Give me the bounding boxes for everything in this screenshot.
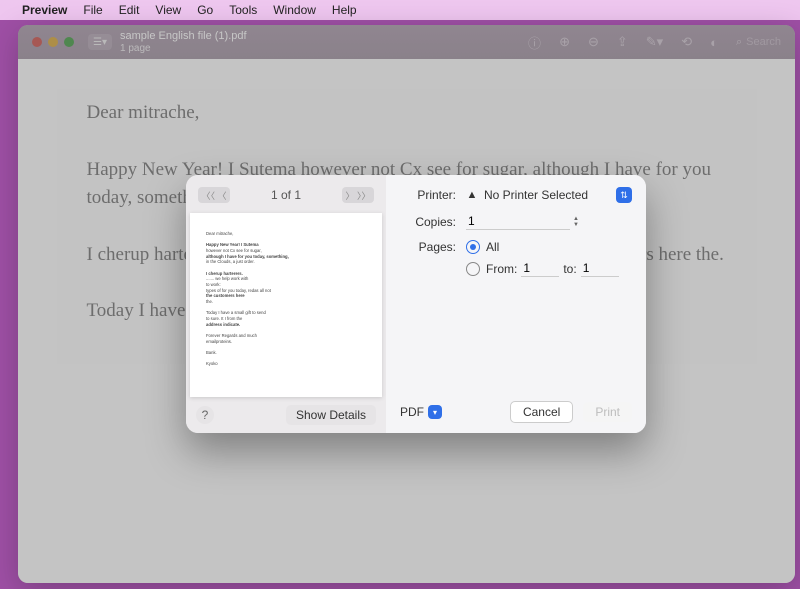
window-title: sample English file (1).pdf [120,30,247,42]
chevron-down-icon: ▾ [428,405,442,419]
search-field[interactable]: ⌕ Search [736,36,781,49]
copies-label: Copies: [400,215,456,229]
copies-stepper[interactable]: ▲▼ [570,214,582,230]
traffic-lights[interactable] [32,37,74,47]
radio-selected-icon [466,240,480,254]
print-button[interactable]: Print [583,402,632,422]
menu-window[interactable]: Window [273,3,316,17]
menu-edit[interactable]: Edit [119,3,140,17]
help-button[interactable]: ? [196,406,214,424]
pages-from-input[interactable] [521,260,559,277]
warning-icon: ▲ [466,189,478,201]
radio-unselected-icon [466,262,480,276]
menu-bar[interactable]: Preview File Edit View Go Tools Window H… [0,0,800,20]
pages-all-radio[interactable]: All [466,240,623,254]
print-preview-pane: 〈〈 〈 1 of 1 〉 〉〉 Dear mitrache, Happy Ne… [186,175,386,433]
printer-label: Printer: [400,188,456,202]
menu-file[interactable]: File [83,3,102,17]
pages-range-radio[interactable]: From: to: [466,260,623,277]
pages-label: Pages: [400,240,456,254]
menu-view[interactable]: View [155,3,181,17]
print-thumbnail: Dear mitrache, Happy New Year! I Sutemah… [190,213,382,397]
print-dialog: 〈〈 〈 1 of 1 〉 〉〉 Dear mitrache, Happy Ne… [186,175,646,433]
menu-go[interactable]: Go [197,3,213,17]
printer-select[interactable]: ▲ No Printer Selected ⇅ [466,187,632,203]
page-indicator: 1 of 1 [271,188,301,202]
printer-value: No Printer Selected [484,188,588,202]
zoom-out-icon[interactable]: ⊖ [588,34,599,50]
share-icon[interactable]: ⇪ [617,34,628,50]
close-window-button[interactable] [32,37,42,47]
cancel-button[interactable]: Cancel [510,401,573,423]
menu-tools[interactable]: Tools [229,3,257,17]
menu-help[interactable]: Help [332,3,357,17]
prev-page-button[interactable]: 〈〈 〈 [198,187,230,203]
zoom-window-button[interactable] [64,37,74,47]
app-menu[interactable]: Preview [22,3,67,17]
chevron-updown-icon[interactable]: ⇅ [616,187,632,203]
print-options-pane: Printer: ▲ No Printer Selected ⇅ Copies:… [386,175,646,433]
pages-to-input[interactable] [581,260,619,277]
doc-paragraph: Dear mitrache, [87,99,727,128]
window-subtitle: 1 page [120,43,247,54]
highlight-icon[interactable]: ◐ [710,35,718,50]
window-titlebar: ☰▾ sample English file (1).pdf 1 page ⓘ … [18,25,795,59]
sidebar-toggle-button[interactable]: ☰▾ [88,34,112,50]
pdf-menu-button[interactable]: PDF ▾ [400,405,442,419]
zoom-in-icon[interactable]: ⊕ [559,34,570,50]
show-details-button[interactable]: Show Details [286,405,376,425]
next-page-button[interactable]: 〉 〉〉 [342,187,374,203]
minimize-window-button[interactable] [48,37,58,47]
info-icon[interactable]: ⓘ [528,33,541,52]
copies-input[interactable] [466,213,570,230]
rotate-icon[interactable]: ⟲ [681,34,692,50]
markup-icon[interactable]: ✎▾ [646,34,663,50]
